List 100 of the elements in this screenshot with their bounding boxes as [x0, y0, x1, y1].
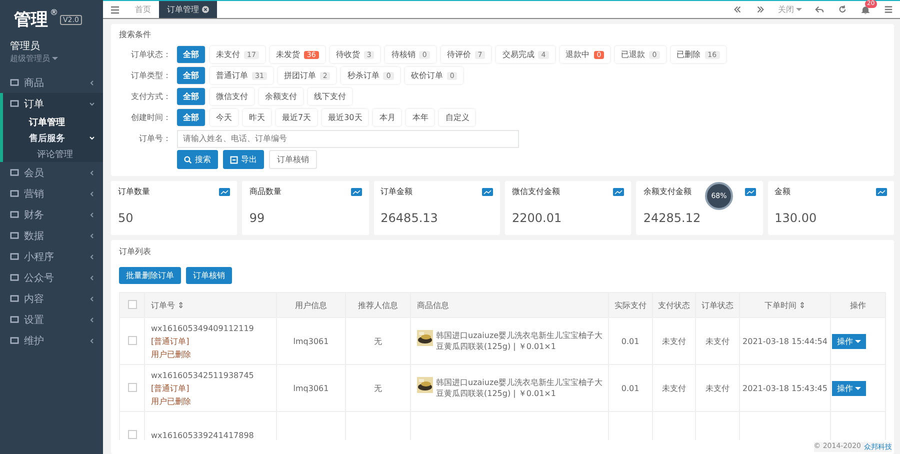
sidebar-item[interactable]: 公众号: [0, 267, 103, 288]
filter-option[interactable]: 本年: [406, 109, 434, 126]
table-cell: 0.01: [621, 384, 640, 392]
square-icon: [10, 252, 19, 261]
order-note: 用户已删除: [151, 348, 192, 360]
sidebar-item[interactable]: 营销: [0, 183, 103, 204]
order-type: [普通订单]: [151, 382, 190, 394]
sidebar-item[interactable]: 订单: [3, 93, 103, 114]
stat-label: 微信支付金额: [512, 186, 560, 197]
column-header: 支付状态: [652, 292, 696, 318]
chevron-icon: [89, 100, 95, 106]
square-icon: [10, 210, 19, 219]
sidebar-item[interactable]: 数据: [0, 225, 103, 246]
filter-option[interactable]: 今天: [210, 109, 238, 126]
filter-option[interactable]: 全部: [177, 88, 205, 105]
filter-option[interactable]: 昨天: [243, 109, 271, 126]
action-dropdown[interactable]: 操作: [832, 380, 866, 396]
chevron-icon: [89, 316, 95, 322]
stat-label: 金额: [774, 186, 791, 197]
stat-value: 130.00: [774, 211, 818, 225]
action-button[interactable]: 订单核销: [269, 150, 317, 169]
table-cell: 未支付: [706, 336, 730, 346]
export-icon: [230, 156, 238, 164]
row-checkbox[interactable]: [128, 430, 136, 438]
sidebar-item[interactable]: 维护: [0, 330, 103, 351]
select-all-checkbox[interactable]: [128, 300, 136, 308]
chevron-icon: [89, 190, 95, 196]
sidebar-subitem[interactable]: 评论管理: [3, 146, 103, 162]
square-icon: [10, 99, 19, 108]
order-number: wx161605349409112119: [151, 322, 255, 334]
chevron-icon: [89, 135, 95, 141]
chart-icon: [744, 188, 756, 196]
filter-label: 订单状态：: [130, 49, 172, 60]
order-search-field[interactable]: 请输入姓名、电话、订单编号: [177, 130, 519, 148]
filter-label: 订单类型：: [130, 70, 172, 81]
sidebar-subitem[interactable]: 订单管理: [3, 114, 103, 130]
square-icon: [10, 78, 19, 87]
sidebar-item[interactable]: 设置: [0, 309, 103, 330]
sidebar-subitem[interactable]: 售后服务: [3, 130, 103, 146]
chart-icon: [219, 188, 230, 196]
sidebar-item[interactable]: 财务: [0, 204, 103, 225]
menu-icon[interactable]: [110, 4, 120, 14]
filter-option[interactable]: 全部: [177, 67, 205, 84]
bell-icon[interactable]: [861, 4, 870, 14]
list-icon[interactable]: [884, 5, 893, 14]
table-cell: lmq3061: [293, 384, 329, 392]
action-button[interactable]: 批量删除订单: [119, 267, 181, 284]
stat-label: 余额支付金额: [643, 186, 692, 197]
table-cell: lmq3061: [293, 336, 329, 346]
table-cell: 0.01: [621, 336, 640, 346]
panel-title: 搜索条件: [119, 29, 152, 40]
column-header: 下单时间 ⇕: [740, 292, 830, 318]
filter-option[interactable]: 本月: [373, 109, 402, 126]
action-button[interactable]: 订单核销: [186, 267, 232, 284]
column-header: 推荐人信息: [346, 292, 410, 318]
caret-icon: [855, 338, 861, 344]
chevron-icon: [89, 296, 95, 302]
action-button[interactable]: 搜索: [177, 150, 218, 169]
double-right-icon[interactable]: [756, 5, 765, 14]
chart-icon: [482, 188, 493, 196]
order-number: wx161605342511938745: [151, 370, 255, 382]
refresh-icon[interactable]: [838, 5, 847, 14]
filter-option[interactable]: 自定义: [439, 109, 476, 126]
chevron-icon: [89, 80, 95, 86]
square-icon: [10, 168, 19, 177]
double-left-icon[interactable]: [733, 5, 742, 14]
filter-option[interactable]: 余额支付: [259, 88, 303, 105]
chevron-icon: [89, 274, 95, 280]
tab[interactable]: 订单管理: [159, 1, 217, 18]
chevron-icon: [89, 232, 95, 238]
row-checkbox[interactable]: [128, 382, 136, 392]
column-header: 订单状态: [696, 292, 740, 318]
filter-label: 创建时间：: [130, 112, 172, 123]
chevron-icon: [89, 338, 95, 344]
stat-value: 26485.13: [380, 211, 439, 225]
chart-icon: [613, 188, 624, 196]
sidebar-item[interactable]: 会员: [0, 162, 103, 183]
filter-label: 支付方式：: [130, 91, 172, 102]
user-name: 管理员: [10, 40, 40, 53]
filter-option[interactable]: 全部: [177, 46, 205, 63]
stat-label: 订单金额: [380, 186, 413, 197]
sidebar-item[interactable]: 小程序: [0, 246, 103, 267]
chart-icon: [350, 188, 362, 196]
back-icon[interactable]: [815, 5, 824, 14]
user-role-menu[interactable]: 超级管理员: [10, 53, 58, 64]
row-checkbox[interactable]: [128, 336, 136, 344]
filter-option[interactable]: 线下支付: [308, 88, 352, 105]
action-button[interactable]: 导出: [223, 150, 264, 169]
table-cell: 未支付: [706, 384, 730, 392]
sidebar-item[interactable]: 商品: [0, 72, 103, 93]
sidebar-item[interactable]: 内容: [0, 288, 103, 309]
filter-label: 订单号：: [138, 133, 172, 144]
order-number: wx161605339241417898: [151, 430, 255, 440]
action-dropdown[interactable]: 操作: [832, 334, 866, 348]
close-icon[interactable]: [202, 6, 209, 13]
filter-option[interactable]: 全部: [177, 109, 205, 126]
search-icon: [184, 156, 192, 164]
filter-option[interactable]: 最近30天: [322, 109, 368, 126]
filter-option[interactable]: 微信支付: [210, 88, 254, 105]
filter-option[interactable]: 最近7天: [276, 109, 318, 126]
